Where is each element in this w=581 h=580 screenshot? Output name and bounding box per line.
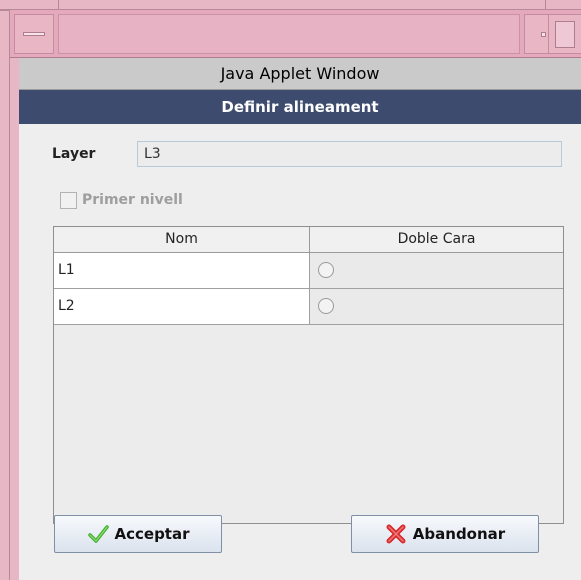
accept-button-label: Acceptar (114, 525, 190, 543)
first-level-checkbox-row: Primer nivell (60, 190, 183, 210)
dialog-title: Definir alineament (19, 90, 581, 124)
window-menu-button[interactable] (14, 14, 54, 54)
cancel-button-label: Abandonar (412, 525, 506, 543)
cross-icon (386, 524, 406, 544)
maximize-icon (555, 21, 575, 48)
frame-corner-tick (58, 0, 59, 10)
cell-nom[interactable]: L2 (54, 289, 310, 324)
frame-corner-tick (545, 0, 546, 10)
first-level-label: Primer nivell (82, 192, 183, 208)
window-menu-icon (23, 32, 45, 36)
doble-cara-radio[interactable] (318, 262, 334, 278)
frame-top-edge[interactable] (0, 0, 581, 10)
accept-button[interactable]: Acceptar (54, 515, 222, 553)
minimize-icon (541, 32, 546, 37)
window-titlebar[interactable] (10, 10, 581, 58)
applet-window-banner: Java Applet Window (19, 58, 581, 90)
cell-nom[interactable]: L1 (54, 253, 310, 288)
table-row[interactable]: L1 (54, 253, 563, 289)
layer-input[interactable] (137, 141, 562, 167)
layers-table: Nom Doble Cara L1 L2 (53, 226, 564, 524)
table-row[interactable]: L2 (54, 289, 563, 325)
cell-doble-cara[interactable] (310, 289, 563, 324)
doble-cara-radio[interactable] (318, 298, 334, 314)
column-header-doble-cara[interactable]: Doble Cara (310, 227, 563, 252)
check-icon (87, 525, 109, 543)
layer-label: Layer (52, 146, 96, 162)
first-level-checkbox (60, 191, 77, 209)
frame-left-edge[interactable] (0, 10, 10, 580)
column-header-nom[interactable]: Nom (54, 227, 310, 252)
applet-content: Java Applet Window Definir alineament La… (19, 58, 581, 580)
cancel-button[interactable]: Abandonar (351, 515, 539, 553)
maximize-button[interactable] (548, 14, 581, 54)
cell-doble-cara[interactable] (310, 253, 563, 288)
window-title-area[interactable] (58, 14, 520, 54)
table-header: Nom Doble Cara (54, 227, 563, 253)
frame-corner-tick (0, 10, 10, 11)
